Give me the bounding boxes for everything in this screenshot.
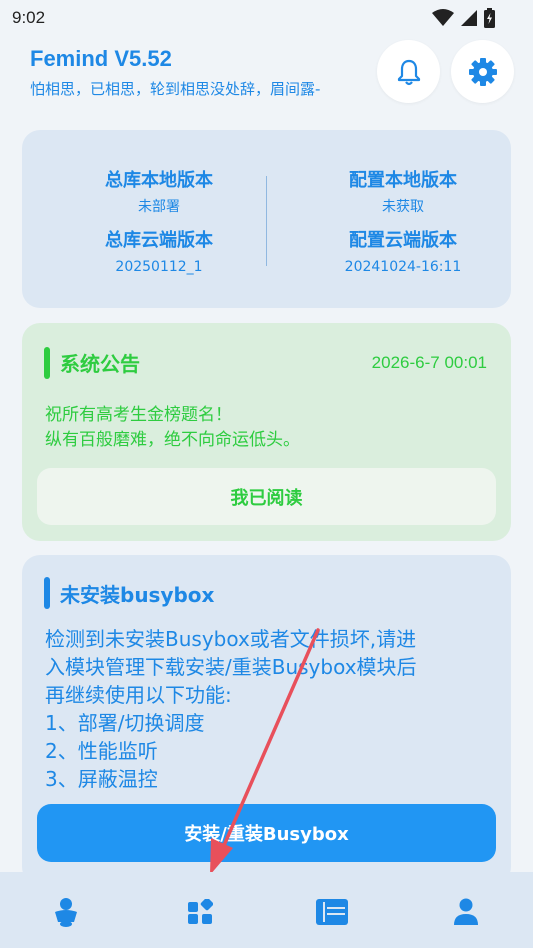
gear-icon: [468, 57, 497, 86]
wifi-icon: [432, 9, 454, 26]
list-panel-icon: [316, 899, 348, 925]
config-cloud-version-value: 20241024-16:11: [344, 259, 462, 275]
config-local-version-label: 配置本地版本: [349, 170, 457, 191]
library-local-version-value: 未部署: [138, 199, 180, 215]
busybox-desc-line: 入模块管理下载安装/重装Busybox模块后: [45, 655, 417, 679]
busybox-desc-line: 再继续使用以下功能:: [45, 683, 232, 707]
app-title: Femind V5.52: [30, 46, 172, 71]
install-busybox-button[interactable]: 安装/重装Busybox: [37, 804, 496, 862]
modules-grid-icon: [188, 899, 213, 924]
person-home-icon: [55, 898, 77, 927]
status-time: 9:02: [12, 8, 46, 27]
system-notice-card: 系统公告 2026-6-7 00:01 祝所有高考生金榜题名！ 纵有百般磨难，绝…: [22, 323, 511, 541]
busybox-desc-line: 1、部署/切换调度: [45, 711, 205, 735]
notice-line: 祝所有高考生金榜题名！: [45, 405, 232, 425]
library-local-version-label: 总库本地版本: [105, 170, 213, 191]
mark-read-button[interactable]: 我已阅读: [37, 468, 496, 525]
busybox-desc-line: 2、性能监听: [45, 739, 158, 763]
notice-date: 2026-6-7 00:01: [371, 353, 487, 372]
busybox-accent-bar: [44, 577, 50, 609]
user-profile-icon: [454, 898, 478, 925]
busybox-title: 未安装busybox: [60, 583, 215, 607]
notice-line: 纵有百般磨难，绝不向命运低头。: [45, 430, 300, 450]
battery-icon: [484, 8, 495, 28]
bottom-nav: [0, 872, 533, 948]
library-cloud-version-label: 总库云端版本: [105, 230, 213, 251]
bell-icon: [397, 59, 420, 85]
notice-title: 系统公告: [60, 352, 140, 376]
nav-profile[interactable]: [446, 892, 486, 932]
status-bar: 9:02: [0, 0, 533, 36]
settings-button[interactable]: [451, 40, 514, 103]
busybox-desc-line: 3、屏蔽温控: [45, 767, 158, 791]
busybox-desc-line: 检测到未安装Busybox或者文件损坏,请进: [45, 627, 417, 651]
app-subtitle: 怕相思，已相思，轮到相思没处辞，眉间露-: [30, 80, 321, 98]
config-cloud-version-label: 配置云端版本: [349, 230, 457, 251]
notice-accent-bar: [44, 347, 50, 379]
version-card: 总库本地版本 未部署 总库云端版本 20250112_1 配置本地版本 未获取 …: [22, 130, 511, 308]
config-local-version-value: 未获取: [382, 199, 424, 215]
nav-home[interactable]: [46, 892, 86, 932]
notice-body: 祝所有高考生金榜题名！ 纵有百般磨难，绝不向命运低头。: [45, 403, 300, 453]
notifications-button[interactable]: [377, 40, 440, 103]
busybox-description: 检测到未安装Busybox或者文件损坏,请进 入模块管理下载安装/重装Busyb…: [45, 625, 495, 793]
library-cloud-version-value: 20250112_1: [115, 259, 203, 275]
nav-list[interactable]: [312, 892, 352, 932]
signal-icon: [461, 10, 477, 26]
version-divider: [266, 176, 267, 266]
busybox-warning-card: 未安装busybox 检测到未安装Busybox或者文件损坏,请进 入模块管理下…: [22, 555, 511, 885]
nav-modules[interactable]: [180, 892, 220, 932]
